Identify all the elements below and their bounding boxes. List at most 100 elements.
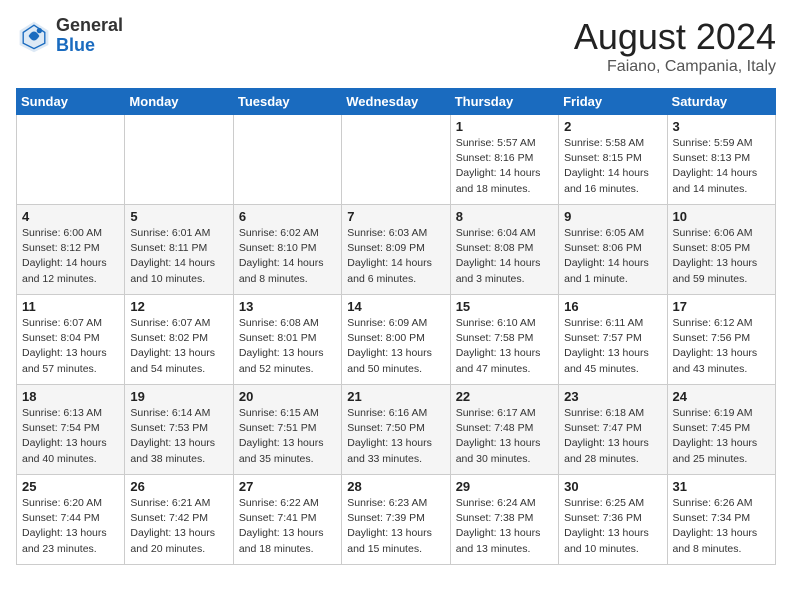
day-info: Sunrise: 6:20 AM Sunset: 7:44 PM Dayligh… bbox=[22, 496, 119, 557]
calendar-cell-1-7: 3 Sunrise: 5:59 AM Sunset: 8:13 PM Daylig… bbox=[667, 115, 775, 205]
day-number: 21 bbox=[347, 389, 444, 404]
calendar-cell-1-3 bbox=[233, 115, 341, 205]
calendar-cell-5-7: 31 Sunrise: 6:26 AM Sunset: 7:34 PM Dayli… bbox=[667, 475, 775, 565]
day-number: 2 bbox=[564, 119, 661, 134]
day-number: 25 bbox=[22, 479, 119, 494]
day-number: 15 bbox=[456, 299, 553, 314]
day-info: Sunrise: 6:07 AM Sunset: 8:02 PM Dayligh… bbox=[130, 316, 227, 377]
calendar-cell-2-6: 9 Sunrise: 6:05 AM Sunset: 8:06 PM Daylig… bbox=[559, 205, 667, 295]
day-info: Sunrise: 5:58 AM Sunset: 8:15 PM Dayligh… bbox=[564, 136, 661, 197]
calendar-cell-4-1: 18 Sunrise: 6:13 AM Sunset: 7:54 PM Dayli… bbox=[17, 385, 125, 475]
day-info: Sunrise: 6:10 AM Sunset: 7:58 PM Dayligh… bbox=[456, 316, 553, 377]
day-info: Sunrise: 6:26 AM Sunset: 7:34 PM Dayligh… bbox=[673, 496, 770, 557]
day-info: Sunrise: 6:17 AM Sunset: 7:48 PM Dayligh… bbox=[456, 406, 553, 467]
day-info: Sunrise: 6:13 AM Sunset: 7:54 PM Dayligh… bbox=[22, 406, 119, 467]
header-cell-monday: Monday bbox=[125, 89, 233, 115]
day-number: 22 bbox=[456, 389, 553, 404]
calendar-week-2: 4 Sunrise: 6:00 AM Sunset: 8:12 PM Daylig… bbox=[17, 205, 776, 295]
calendar-cell-4-4: 21 Sunrise: 6:16 AM Sunset: 7:50 PM Dayli… bbox=[342, 385, 450, 475]
calendar-cell-4-7: 24 Sunrise: 6:19 AM Sunset: 7:45 PM Dayli… bbox=[667, 385, 775, 475]
logo-general-text: General bbox=[56, 16, 123, 36]
calendar-header: SundayMondayTuesdayWednesdayThursdayFrid… bbox=[17, 89, 776, 115]
logo-icon bbox=[16, 18, 52, 54]
calendar-cell-2-1: 4 Sunrise: 6:00 AM Sunset: 8:12 PM Daylig… bbox=[17, 205, 125, 295]
day-number: 20 bbox=[239, 389, 336, 404]
calendar-table: SundayMondayTuesdayWednesdayThursdayFrid… bbox=[16, 88, 776, 565]
day-info: Sunrise: 6:25 AM Sunset: 7:36 PM Dayligh… bbox=[564, 496, 661, 557]
header-cell-friday: Friday bbox=[559, 89, 667, 115]
day-number: 1 bbox=[456, 119, 553, 134]
day-number: 6 bbox=[239, 209, 336, 224]
day-info: Sunrise: 6:05 AM Sunset: 8:06 PM Dayligh… bbox=[564, 226, 661, 287]
day-number: 19 bbox=[130, 389, 227, 404]
day-number: 5 bbox=[130, 209, 227, 224]
calendar-cell-3-2: 12 Sunrise: 6:07 AM Sunset: 8:02 PM Dayli… bbox=[125, 295, 233, 385]
logo: General Blue bbox=[16, 16, 123, 56]
logo-blue-text: Blue bbox=[56, 36, 123, 56]
header-cell-saturday: Saturday bbox=[667, 89, 775, 115]
day-number: 31 bbox=[673, 479, 770, 494]
day-info: Sunrise: 6:11 AM Sunset: 7:57 PM Dayligh… bbox=[564, 316, 661, 377]
calendar-body: 1 Sunrise: 5:57 AM Sunset: 8:16 PM Daylig… bbox=[17, 115, 776, 565]
calendar-cell-4-3: 20 Sunrise: 6:15 AM Sunset: 7:51 PM Dayli… bbox=[233, 385, 341, 475]
calendar-cell-3-4: 14 Sunrise: 6:09 AM Sunset: 8:00 PM Dayli… bbox=[342, 295, 450, 385]
day-info: Sunrise: 6:00 AM Sunset: 8:12 PM Dayligh… bbox=[22, 226, 119, 287]
day-number: 12 bbox=[130, 299, 227, 314]
day-info: Sunrise: 5:59 AM Sunset: 8:13 PM Dayligh… bbox=[673, 136, 770, 197]
day-number: 4 bbox=[22, 209, 119, 224]
calendar-week-1: 1 Sunrise: 5:57 AM Sunset: 8:16 PM Daylig… bbox=[17, 115, 776, 205]
header-cell-tuesday: Tuesday bbox=[233, 89, 341, 115]
day-info: Sunrise: 6:23 AM Sunset: 7:39 PM Dayligh… bbox=[347, 496, 444, 557]
day-number: 26 bbox=[130, 479, 227, 494]
calendar-cell-1-5: 1 Sunrise: 5:57 AM Sunset: 8:16 PM Daylig… bbox=[450, 115, 558, 205]
day-info: Sunrise: 5:57 AM Sunset: 8:16 PM Dayligh… bbox=[456, 136, 553, 197]
day-info: Sunrise: 6:07 AM Sunset: 8:04 PM Dayligh… bbox=[22, 316, 119, 377]
day-info: Sunrise: 6:02 AM Sunset: 8:10 PM Dayligh… bbox=[239, 226, 336, 287]
day-info: Sunrise: 6:09 AM Sunset: 8:00 PM Dayligh… bbox=[347, 316, 444, 377]
day-number: 28 bbox=[347, 479, 444, 494]
calendar-cell-4-5: 22 Sunrise: 6:17 AM Sunset: 7:48 PM Dayli… bbox=[450, 385, 558, 475]
calendar-cell-3-6: 16 Sunrise: 6:11 AM Sunset: 7:57 PM Dayli… bbox=[559, 295, 667, 385]
calendar-cell-1-2 bbox=[125, 115, 233, 205]
calendar-cell-3-7: 17 Sunrise: 6:12 AM Sunset: 7:56 PM Dayli… bbox=[667, 295, 775, 385]
day-number: 24 bbox=[673, 389, 770, 404]
day-number: 18 bbox=[22, 389, 119, 404]
logo-text: General Blue bbox=[56, 16, 123, 56]
calendar-cell-2-7: 10 Sunrise: 6:06 AM Sunset: 8:05 PM Dayli… bbox=[667, 205, 775, 295]
day-number: 9 bbox=[564, 209, 661, 224]
calendar-cell-2-2: 5Sunrise: 6:01 AM Sunset: 8:11 PM Daylig… bbox=[125, 205, 233, 295]
day-number: 11 bbox=[22, 299, 119, 314]
day-number: 17 bbox=[673, 299, 770, 314]
day-info: Sunrise: 6:18 AM Sunset: 7:47 PM Dayligh… bbox=[564, 406, 661, 467]
day-info: Sunrise: 6:04 AM Sunset: 8:08 PM Dayligh… bbox=[456, 226, 553, 287]
day-info: Sunrise: 6:22 AM Sunset: 7:41 PM Dayligh… bbox=[239, 496, 336, 557]
calendar-cell-5-1: 25 Sunrise: 6:20 AM Sunset: 7:44 PM Dayli… bbox=[17, 475, 125, 565]
day-info: Sunrise: 6:12 AM Sunset: 7:56 PM Dayligh… bbox=[673, 316, 770, 377]
day-info: Sunrise: 6:19 AM Sunset: 7:45 PM Dayligh… bbox=[673, 406, 770, 467]
day-number: 14 bbox=[347, 299, 444, 314]
calendar-cell-3-1: 11 Sunrise: 6:07 AM Sunset: 8:04 PM Dayli… bbox=[17, 295, 125, 385]
page-header: General Blue August 2024 Faiano, Campani… bbox=[16, 16, 776, 76]
calendar-cell-4-2: 19 Sunrise: 6:14 AM Sunset: 7:53 PM Dayli… bbox=[125, 385, 233, 475]
day-info: Sunrise: 6:06 AM Sunset: 8:05 PM Dayligh… bbox=[673, 226, 770, 287]
day-number: 3 bbox=[673, 119, 770, 134]
calendar-cell-5-2: 26Sunrise: 6:21 AM Sunset: 7:42 PM Dayli… bbox=[125, 475, 233, 565]
calendar-cell-1-4 bbox=[342, 115, 450, 205]
calendar-week-3: 11 Sunrise: 6:07 AM Sunset: 8:04 PM Dayli… bbox=[17, 295, 776, 385]
title-block: August 2024 Faiano, Campania, Italy bbox=[574, 16, 776, 76]
day-number: 10 bbox=[673, 209, 770, 224]
calendar-cell-3-3: 13 Sunrise: 6:08 AM Sunset: 8:01 PM Dayli… bbox=[233, 295, 341, 385]
calendar-cell-1-1 bbox=[17, 115, 125, 205]
day-number: 16 bbox=[564, 299, 661, 314]
header-cell-wednesday: Wednesday bbox=[342, 89, 450, 115]
calendar-cell-2-3: 6 Sunrise: 6:02 AM Sunset: 8:10 PM Daylig… bbox=[233, 205, 341, 295]
day-number: 13 bbox=[239, 299, 336, 314]
day-info: Sunrise: 6:15 AM Sunset: 7:51 PM Dayligh… bbox=[239, 406, 336, 467]
calendar-cell-4-6: 23Sunrise: 6:18 AM Sunset: 7:47 PM Dayli… bbox=[559, 385, 667, 475]
day-number: 30 bbox=[564, 479, 661, 494]
day-info: Sunrise: 6:08 AM Sunset: 8:01 PM Dayligh… bbox=[239, 316, 336, 377]
calendar-cell-1-6: 2 Sunrise: 5:58 AM Sunset: 8:15 PM Daylig… bbox=[559, 115, 667, 205]
header-row: SundayMondayTuesdayWednesdayThursdayFrid… bbox=[17, 89, 776, 115]
day-info: Sunrise: 6:16 AM Sunset: 7:50 PM Dayligh… bbox=[347, 406, 444, 467]
day-info: Sunrise: 6:14 AM Sunset: 7:53 PM Dayligh… bbox=[130, 406, 227, 467]
